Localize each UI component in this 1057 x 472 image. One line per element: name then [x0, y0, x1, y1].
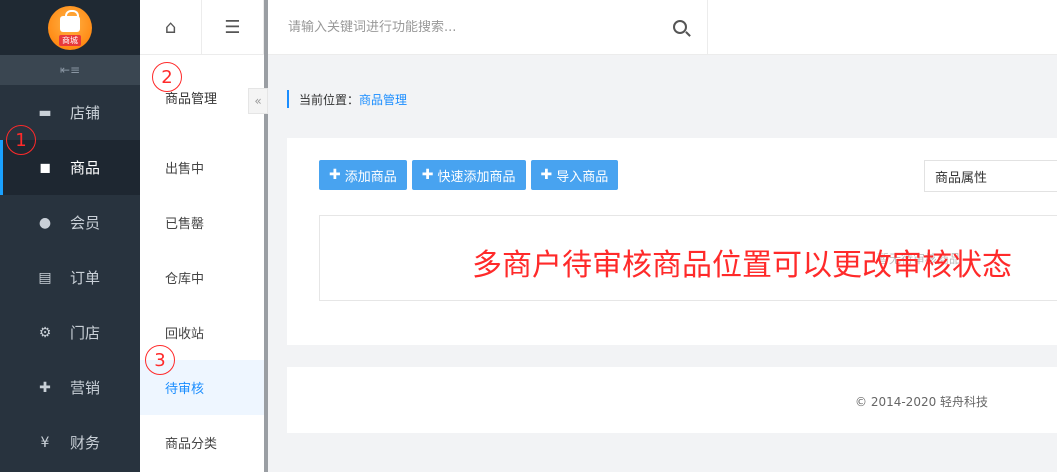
sub-item-on-sale[interactable]: 出售中	[140, 140, 264, 195]
import-goods-button[interactable]: ✚ 导入商品	[530, 160, 619, 190]
sub-item-label: 回收站	[165, 327, 205, 342]
search-input[interactable]	[288, 20, 648, 35]
sidebar-item-marketing[interactable]: ✚ 营销	[0, 360, 140, 415]
shopping-bag-icon	[60, 9, 80, 32]
footer: © 2014-2020 轻舟科技	[287, 367, 1057, 433]
money-bag-icon: ¥	[40, 434, 50, 451]
annotation-marker-1: 1	[6, 125, 36, 155]
sub-sidebar-collapse-button[interactable]: «	[248, 88, 268, 114]
double-chevron-left-icon: «	[254, 94, 262, 108]
top-left-toolbar: ⌂ ☰	[140, 0, 264, 55]
sidebar-item-label: 营销	[70, 379, 101, 397]
home-icon: ⌂	[164, 17, 177, 38]
copyright-text: © 2014-2020 轻舟科技	[855, 395, 989, 409]
sub-item-sold-out[interactable]: 已售罄	[140, 195, 264, 250]
sidebar-item-members[interactable]: ● 会员	[0, 195, 140, 250]
search-icon[interactable]	[673, 20, 687, 34]
annotation-marker-3: 3	[145, 345, 175, 375]
sidebar-item-label: 商品	[70, 159, 101, 177]
button-label: 快速添加商品	[437, 169, 516, 185]
menu-icon: ☰	[224, 17, 241, 38]
main-sidebar: 商城 ⇤≡ ▬ 店铺 ◼ 商品 ● 会员 ▤ 订单 ⚙ 门店 ✚ 营销 ¥ 财务	[0, 0, 140, 472]
sidebar-item-finance[interactable]: ¥ 财务	[0, 415, 140, 470]
action-buttons: ✚ 添加商品 ✚ 快速添加商品 ✚ 导入商品	[319, 160, 619, 190]
gift-icon: ✚	[39, 379, 51, 396]
button-label: 导入商品	[556, 169, 609, 185]
logo-tag: 商城	[59, 34, 81, 46]
user-icon: ●	[38, 214, 52, 231]
sidebar-item-stores[interactable]: ⚙ 门店	[0, 305, 140, 360]
sub-sidebar-title-text: 商品管理	[165, 92, 218, 107]
collapse-left-icon: ⇤≡	[59, 63, 81, 77]
document-icon: ▤	[38, 269, 52, 286]
logo-area: 商城	[0, 0, 140, 55]
store-icon: ▬	[38, 104, 52, 121]
search-box	[268, 0, 708, 55]
plus-icon: ✚	[421, 167, 434, 183]
breadcrumb: 当前位置： 商品管理	[287, 90, 407, 108]
sidebar-item-label: 财务	[70, 434, 101, 452]
home-button[interactable]: ⌂	[140, 0, 202, 55]
annotation-marker-2: 2	[152, 62, 182, 92]
annotation-note: 多商户待审核商品位置可以更改审核状态	[472, 248, 1012, 283]
sidebar-item-label: 店铺	[70, 104, 101, 122]
menu-toggle-button[interactable]: ☰	[202, 0, 264, 55]
breadcrumb-prefix: 当前位置：	[299, 92, 360, 107]
quick-add-goods-button[interactable]: ✚ 快速添加商品	[411, 160, 526, 190]
sub-item-label: 仓库中	[165, 272, 205, 287]
select-value: 商品属性	[935, 170, 988, 186]
top-bar	[268, 0, 1057, 55]
add-goods-button[interactable]: ✚ 添加商品	[319, 160, 407, 190]
plus-icon: ✚	[540, 167, 553, 183]
bag-icon: ◼	[39, 159, 51, 176]
shop-settings-icon: ⚙	[38, 324, 52, 341]
sidebar-item-label: 会员	[70, 214, 101, 232]
sidebar-item-label: 门店	[70, 324, 101, 342]
sub-item-label: 已售罄	[165, 217, 205, 232]
sub-item-categories[interactable]: 商品分类	[140, 415, 264, 470]
sub-item-label: 出售中	[165, 162, 205, 177]
sidebar-item-orders[interactable]: ▤ 订单	[0, 250, 140, 305]
button-label: 添加商品	[344, 169, 397, 185]
sidebar-item-label: 订单	[70, 269, 101, 287]
sidebar-collapse-button[interactable]: ⇤≡	[0, 55, 140, 85]
logo[interactable]: 商城	[48, 5, 92, 50]
plus-icon: ✚	[329, 167, 341, 183]
breadcrumb-current[interactable]: 商品管理	[359, 91, 407, 108]
sub-item-warehouse[interactable]: 仓库中	[140, 250, 264, 305]
sub-item-label: 商品分类	[165, 437, 218, 452]
sub-item-label: 待审核	[165, 382, 205, 397]
goods-attribute-select[interactable]: 商品属性	[924, 160, 1057, 192]
